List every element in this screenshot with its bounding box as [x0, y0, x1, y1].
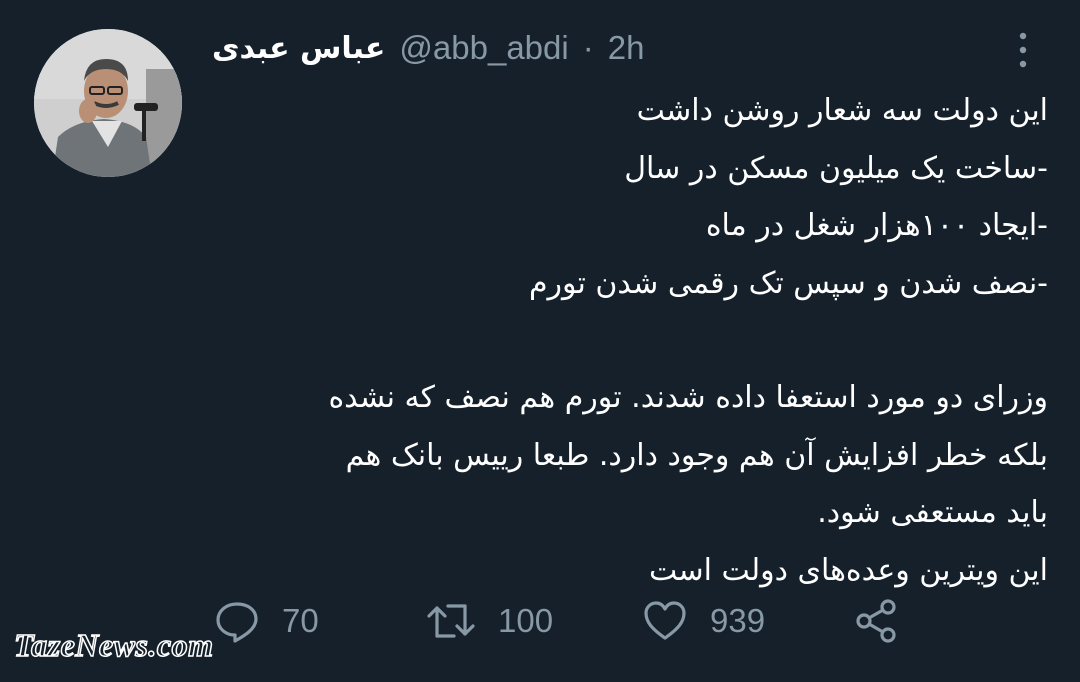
- tweet-line: -ایجاد ۱۰۰هزار شغل در ماه: [705, 208, 1048, 243]
- more-vertical-icon: [1019, 32, 1027, 68]
- tweet-line: این ویترین وعده‌های دولت است: [649, 552, 1048, 588]
- author-handle[interactable]: @abb_abdi: [399, 29, 568, 67]
- tweet-text: این دولت سه شعار روشن داشت -ساخت یک میلی…: [212, 82, 1048, 599]
- like-count: 939: [710, 602, 766, 639]
- tweet-header: عباس عبدی @abb_abdi · 2h: [212, 26, 644, 70]
- watermark-text: TazeNews.com: [13, 626, 214, 664]
- avatar[interactable]: [34, 29, 182, 177]
- tweet-line: -ساخت یک میلیون مسکن در سال: [624, 150, 1048, 186]
- more-options-button[interactable]: [1008, 28, 1038, 72]
- tweet-line: وزرای دو مورد استعفا داده شدند. تورم هم …: [328, 380, 1048, 415]
- tweet-line: -نصف شدن و سپس تک رقمی شدن تورم: [528, 265, 1048, 301]
- tweet-timestamp[interactable]: 2h: [608, 29, 645, 67]
- tweet-actions: 70 100 939: [214, 598, 904, 644]
- like-button[interactable]: 939: [642, 598, 854, 644]
- tweet-line: باید مستعفی شود.: [817, 495, 1048, 530]
- retweet-button[interactable]: 100: [426, 598, 642, 644]
- author-display-name[interactable]: عباس عبدی: [212, 31, 385, 66]
- share-icon: [856, 599, 896, 643]
- reply-button[interactable]: 70: [214, 598, 426, 644]
- separator-dot: ·: [582, 29, 594, 66]
- heart-icon: [644, 601, 686, 640]
- retweet-icon: [427, 604, 475, 638]
- share-button[interactable]: [854, 598, 904, 644]
- tweet-line: این دولت سه شعار روشن داشت: [636, 93, 1048, 128]
- tweet-line: بلکه خطر افزایش آن هم وجود دارد. طبعا ری…: [345, 437, 1048, 473]
- reply-icon: [216, 602, 258, 643]
- retweet-count: 100: [498, 602, 554, 639]
- reply-count: 70: [282, 602, 319, 639]
